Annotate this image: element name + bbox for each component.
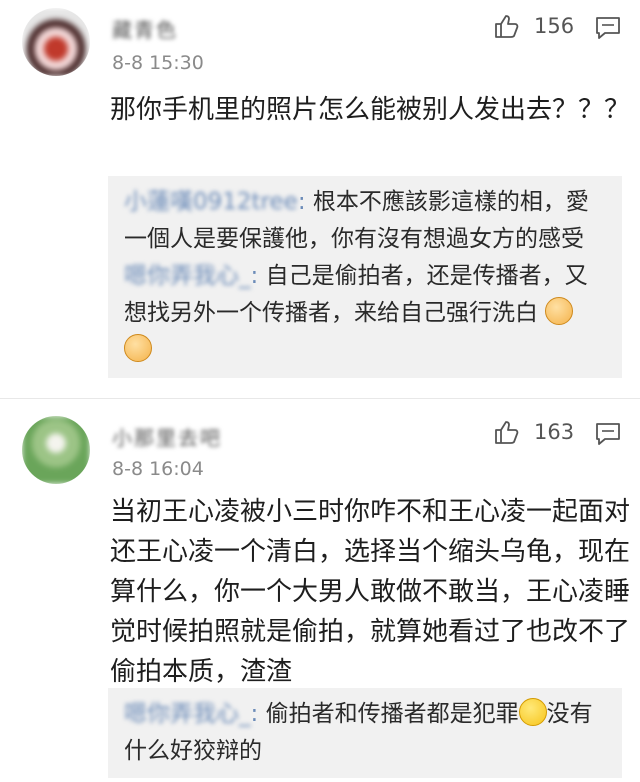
comment-bubble-icon[interactable]	[594, 420, 622, 448]
reply-username[interactable]: 嗯你弄我心_	[124, 701, 251, 727]
like-count: 156	[534, 14, 575, 38]
comment-item: 藏青色 8-8 15:30 156 那你手机里的照片怎么能被别人发出去？？？ 小…	[0, 0, 640, 392]
like-button[interactable]: 163	[492, 418, 574, 446]
like-count: 163	[534, 420, 575, 444]
reply-username[interactable]: 嗯你弄我心_	[124, 263, 251, 289]
crying-emoji-icon	[545, 297, 574, 325]
thumbs-up-icon	[495, 421, 519, 444]
username[interactable]: 藏青色	[112, 14, 178, 42]
reply-username[interactable]: 小蓮嘆0912tree	[124, 189, 298, 215]
divider	[0, 398, 640, 399]
thumbs-up-icon	[495, 15, 519, 38]
smile-emoji-icon	[518, 698, 547, 726]
avatar[interactable]	[22, 416, 90, 484]
comment-text: 那你手机里的照片怎么能被别人发出去？？？	[110, 95, 631, 125]
reply-text: 偷拍者和传播者都是犯罪	[265, 701, 519, 727]
reply-item: 嗯你弄我心_: 自己是偷拍者，还是传播者，又想找另外一个传播者，来给自己强行洗白	[124, 258, 606, 369]
avatar[interactable]	[22, 8, 90, 76]
reply-item: 嗯你弄我心_: 偷拍者和传播者都是犯罪 没有什么好狡辩的	[124, 696, 606, 770]
comment-text: 当初王心凌被小三时你咋不和王心凌一起面对还王心凌一个清白，选择当个缩头乌龟，现在…	[110, 497, 631, 687]
reply-list: 小蓮嘆0912tree: 根本不應該影這樣的相，愛一個人是要保護他，你有沒有想過…	[108, 176, 622, 378]
username[interactable]: 小那里去吧	[112, 422, 222, 450]
reply-item: 小蓮嘆0912tree: 根本不應該影這樣的相，愛一個人是要保護他，你有沒有想過…	[124, 189, 589, 252]
timestamp: 8-8 16:04	[112, 458, 204, 480]
reply-list: 嗯你弄我心_: 偷拍者和传播者都是犯罪 没有什么好狡辩的	[108, 688, 622, 778]
timestamp: 8-8 15:30	[112, 52, 204, 74]
like-button[interactable]: 156	[492, 12, 574, 40]
comment-item: 小那里去吧 8-8 16:04 163 当初王心凌被小三时你咋不和王心凌一起面对…	[0, 400, 640, 782]
comment-bubble-icon[interactable]	[594, 14, 622, 42]
crying-emoji-icon	[124, 334, 152, 362]
